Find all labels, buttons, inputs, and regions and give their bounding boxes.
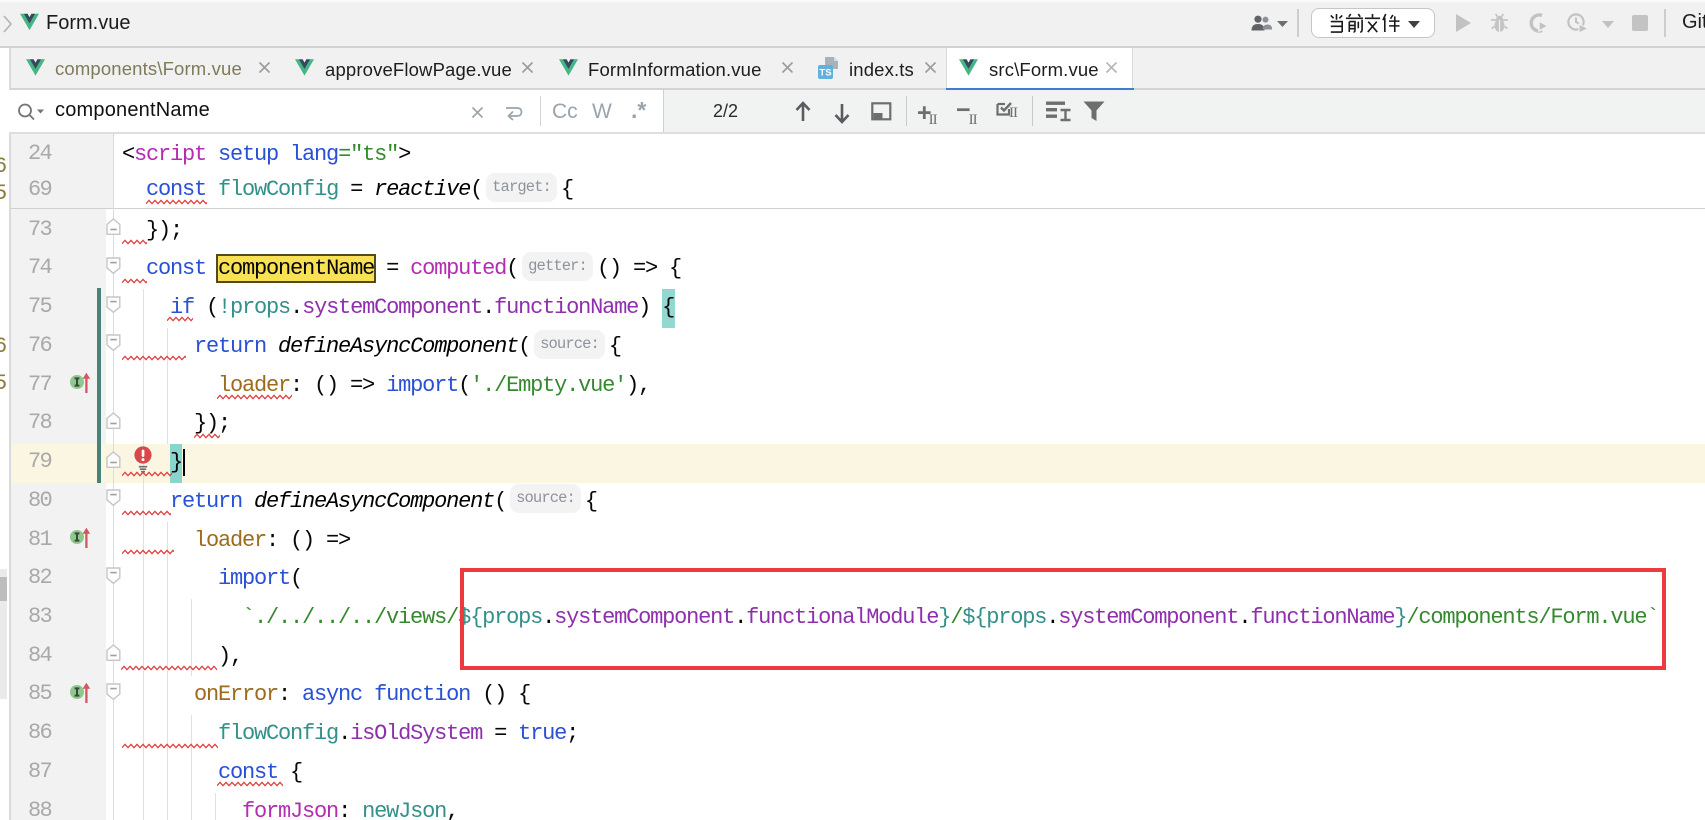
svg-text:TS: TS [819, 68, 831, 79]
